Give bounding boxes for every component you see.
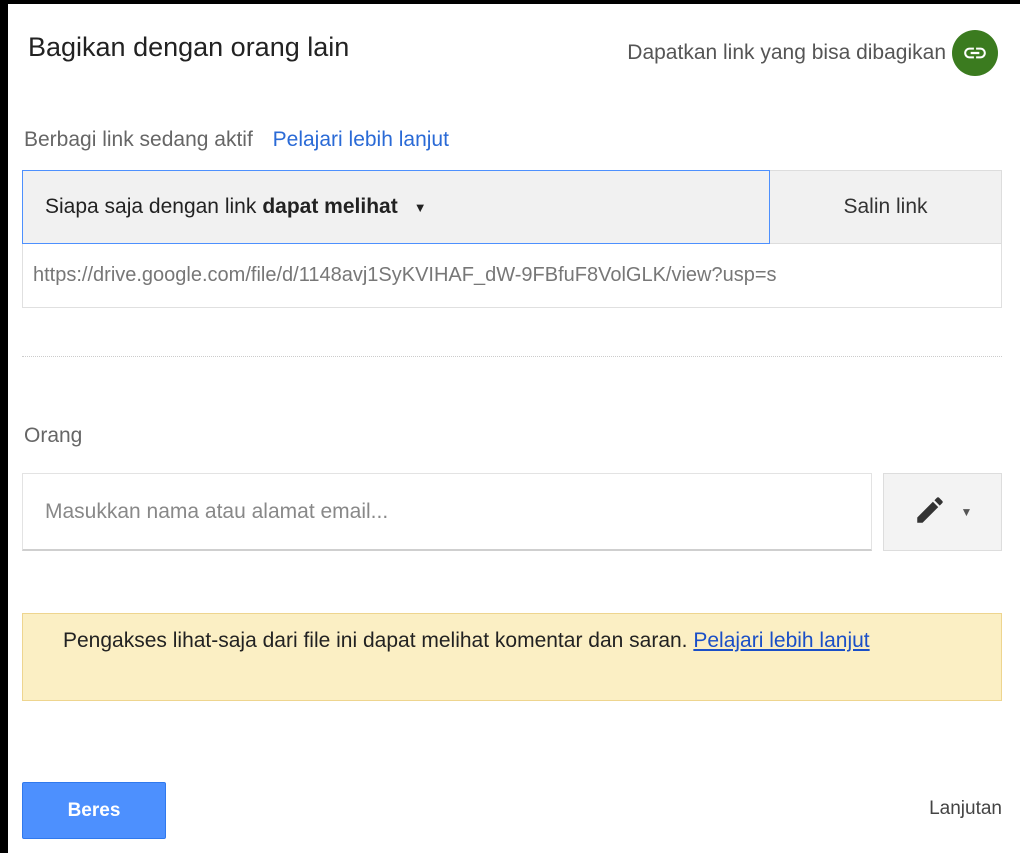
- chevron-down-icon: ▼: [413, 199, 427, 215]
- pencil-icon: [913, 493, 947, 532]
- section-divider: [22, 356, 1002, 357]
- advanced-link[interactable]: Lanjutan: [929, 798, 1002, 820]
- view-only-notice: Pengakses lihat-saja dari file ini dapat…: [22, 613, 1002, 701]
- people-email-input[interactable]: [43, 498, 871, 525]
- learn-more-link[interactable]: Pelajari lebih lanjut: [273, 128, 449, 151]
- access-level: dapat melihat: [262, 195, 398, 218]
- get-shareable-link-button[interactable]: Dapatkan link yang bisa dibagikan: [627, 30, 998, 76]
- notice-learn-more-link[interactable]: Pelajari lebih lanjut: [693, 629, 869, 652]
- people-input-box[interactable]: [22, 473, 872, 551]
- window-frame-top: [0, 0, 1020, 4]
- dialog-title: Bagikan dengan orang lain: [28, 32, 350, 62]
- link-sharing-status: Berbagi link sedang aktif Pelajari lebih…: [24, 128, 449, 152]
- people-label: Orang: [24, 424, 83, 447]
- get-shareable-link-label: Dapatkan link yang bisa dibagikan: [627, 41, 946, 64]
- link-access-dropdown[interactable]: Siapa saja dengan link dapat melihat ▼: [22, 170, 770, 244]
- access-prefix: Siapa saja dengan link: [45, 195, 257, 218]
- chevron-down-icon: ▼: [960, 505, 973, 519]
- copy-link-button[interactable]: Salin link: [770, 170, 1002, 244]
- link-icon[interactable]: [952, 30, 998, 76]
- window-frame-left: [0, 0, 8, 853]
- notice-text: Pengakses lihat-saja dari file ini dapat…: [63, 629, 694, 652]
- share-url-field[interactable]: https://drive.google.com/file/d/1148avj1…: [22, 244, 1002, 308]
- done-button[interactable]: Beres: [22, 782, 166, 839]
- permission-dropdown-button[interactable]: ▼: [883, 473, 1002, 551]
- link-sharing-status-text: Berbagi link sedang aktif: [24, 128, 253, 151]
- link-access-row: Siapa saja dengan link dapat melihat ▼ S…: [22, 170, 1002, 244]
